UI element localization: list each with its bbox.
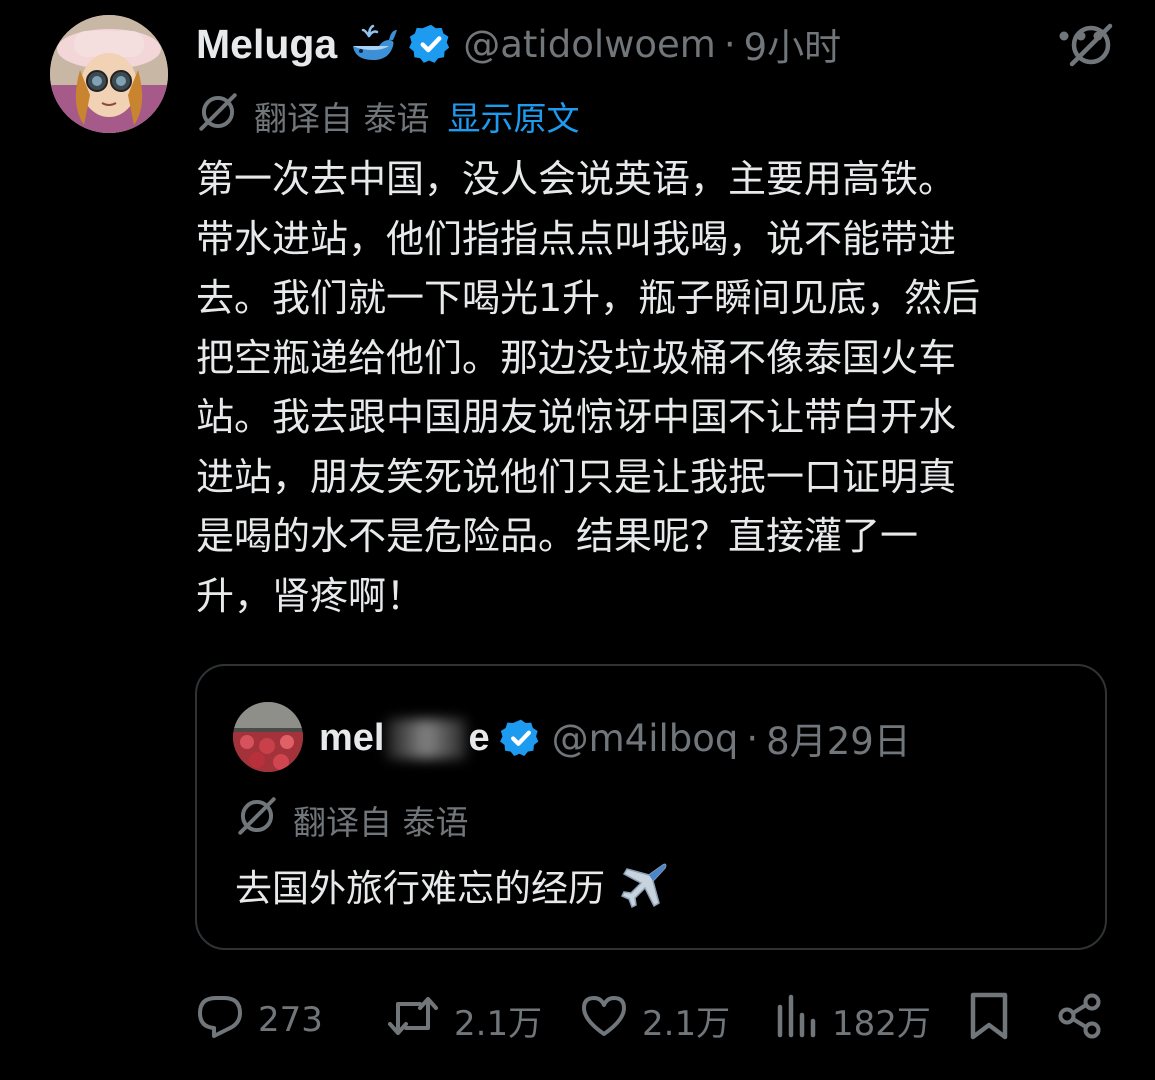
quoted-author-name-prefix: mel [319,716,385,759]
quoted-tweet-header: mel e @m4ilboq · 8月29日 [319,710,911,766]
tweet-text-line: 第一次去中国，没人会说英语，主要用高铁。 [196,157,957,201]
quoted-text: 去国外旅行难忘的经历 [235,867,605,910]
reply-icon [196,992,244,1049]
translate-icon [196,90,240,142]
author-avatar[interactable] [50,15,168,133]
tweet-text-line: 站。我去跟中国朋友说惊讶中国不让带白开水 [196,395,957,439]
translated-from-label: 翻译自 泰语 [254,99,430,138]
grok-icon[interactable] [1066,20,1116,70]
views-icon [774,993,818,1048]
more-icon[interactable] [1058,30,1104,42]
redaction-blur [386,719,467,760]
translate-icon [235,794,279,846]
author-handle[interactable]: @atidolwoem [463,23,716,66]
bookmark-button[interactable] [968,990,1010,1050]
quoted-author-handle[interactable]: @m4ilboq [552,717,739,760]
reply-count: 273 [258,1000,323,1040]
tweet-text-line: 去。我们就一下喝光1升，瓶子瞬间见底，然后 [196,276,981,320]
whale-emoji-icon [349,24,399,64]
separator-dot: · [746,716,759,760]
tweet-text-line: 升，肾疼啊！ [196,573,425,618]
views-count: 182万 [832,1003,931,1044]
retweet-button[interactable]: 2.1万 [386,990,542,1050]
separator-dot: · [723,22,736,66]
tweet-text-line: 把空瓶递给他们。那边没垃圾桶不像泰国火车 [196,335,957,380]
bookmark-icon [968,991,1010,1050]
verified-badge-icon [499,717,542,759]
show-original-link[interactable]: 显示原文 [448,92,580,140]
tweet-time[interactable]: 9小时 [744,17,842,71]
quoted-tweet-date[interactable]: 8月29日 [766,711,911,765]
retweet-count: 2.1万 [454,1003,543,1044]
quoted-translation-bar: 翻译自 泰语 [235,794,469,846]
action-bar: 273 2.1万 2.1万 182万 [196,990,1106,1050]
quoted-author-name-suffix: e [468,716,490,759]
reply-button[interactable]: 273 [196,990,323,1050]
quoted-tweet-text: 去国外旅行难忘的经历 [235,858,671,912]
translated-from-label: 翻译自 泰语 [293,803,469,842]
retweet-icon [386,992,440,1049]
quoted-tweet-card[interactable]: mel e @m4ilboq · 8月29日 翻译自 泰语 去国外旅行难忘的经历 [195,664,1107,950]
like-icon [580,994,628,1047]
tweet-text-line: 进站，朋友笑死说他们只是让我抿一口证明真 [196,454,957,499]
translation-bar: 翻译自 泰语 显示原文 [196,92,580,140]
airplane-emoji-icon [619,859,671,911]
verified-badge-icon [409,22,453,66]
like-count: 2.1万 [642,1003,731,1044]
quoted-author-avatar[interactable] [233,702,303,772]
tweet-text-line: 是喝的水不是危险品。结果呢？直接灌了一 [196,514,919,558]
share-icon [1056,992,1104,1049]
author-name[interactable]: Meluga [196,21,337,68]
tweet-header: Meluga @atidolwoem · 9小时 [196,14,1116,74]
quoted-author-name[interactable]: mel e [319,717,490,760]
tweet-text-line: 带水进站，他们指指点点叫我喝，说不能带进 [196,216,957,261]
like-button[interactable]: 2.1万 [580,990,730,1050]
share-button[interactable] [1056,990,1104,1050]
tweet-text: 第一次去中国，没人会说英语，主要用高铁。 带水进站，他们指指点点叫我喝，说不能带… [196,150,1106,626]
views-button[interactable]: 182万 [774,990,931,1050]
